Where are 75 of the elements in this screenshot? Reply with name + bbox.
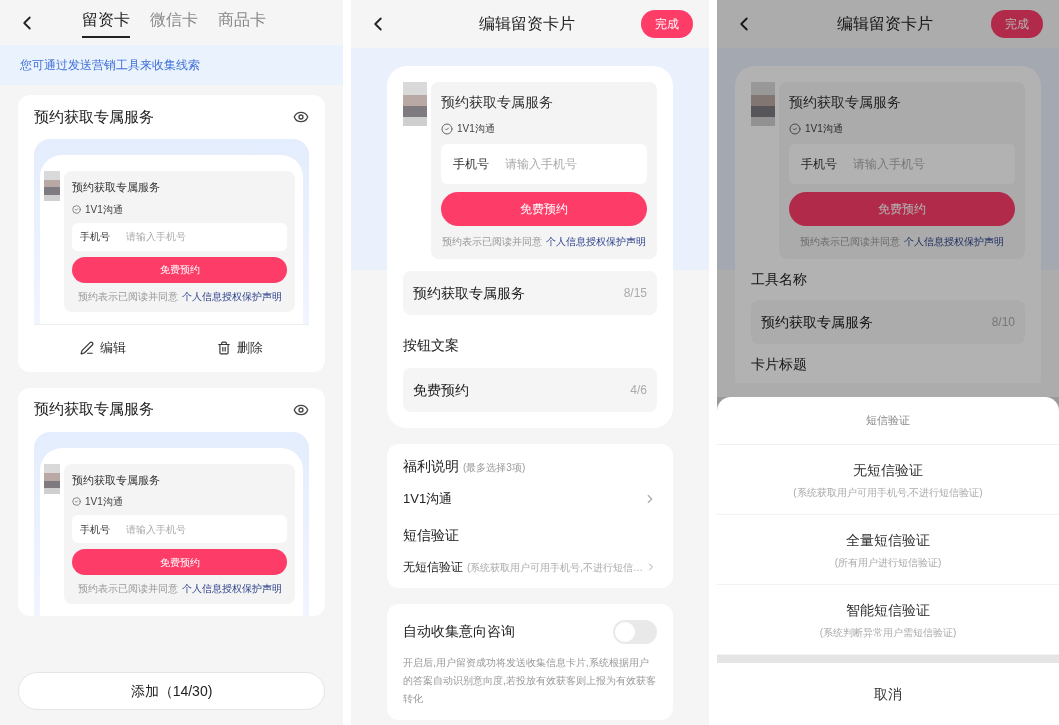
add-button[interactable]: 添加（14/30) [18,672,325,710]
preview-eye-icon[interactable] [293,109,309,125]
consent-text: 预约表示已阅读并同意 [442,235,542,249]
check-circle-icon [72,497,81,506]
field-value: 预约获取专属服务 [761,312,873,332]
edit-button[interactable]: 编辑 [34,324,172,372]
option-label: 全量短信验证 [846,530,930,550]
benefit-label: 1V1沟通 [805,122,843,136]
benefit-label: 1V1沟通 [85,495,123,509]
sheet-title: 短信验证 [717,397,1059,445]
page-title: 编辑留资卡片 [836,14,934,34]
form-title: 预约获取专属服务 [789,93,902,112]
phone-label: 手机号 [80,522,110,537]
pixelated-avatar [44,463,60,494]
notice-banner: 您可通过发送营销工具来收集线索 [0,45,343,85]
selected-option: 无短信验证 [403,557,463,576]
phone-label: 手机号 [80,230,110,244]
tab[interactable]: 留资卡 [82,7,130,38]
section-heading: 福利说明 [403,457,459,476]
text-field[interactable]: 预约获取专属服务 8/15 [403,271,657,315]
consent-text: 预约表示已阅读并同意 [77,289,178,304]
privacy-link[interactable]: 个人信息授权保护声明 [181,288,282,304]
phone-field[interactable]: 手机号 请输入手机号 [72,515,287,543]
cancel-button[interactable]: 取消 [717,655,1059,725]
form-title: 预约获取专属服务 [72,472,161,488]
setting-description: 开启后,用户留资成功将发送收集信息卡片,系统根据用户的答案自动识别意向度,若投放有效获客则上报为有效获客转化 [403,655,657,706]
check-circle-icon [72,204,81,214]
card-title: 预约获取专属服务 [34,399,154,420]
section-hint: (最多选择3项) [463,461,526,475]
trash-icon [217,341,232,355]
char-counter: 4/6 [630,382,647,399]
check-circle-icon [441,122,453,135]
pencil-icon [79,341,94,355]
pixelated-avatar [751,82,775,126]
benefit-selector[interactable]: 1V1沟通 [403,489,657,509]
page-title: 编辑留资卡片 [478,14,576,34]
privacy-link[interactable]: 个人信息授权保护声明 [904,234,1004,249]
check-circle-icon [789,122,801,135]
privacy-link[interactable]: 个人信息授权保护声明 [181,581,282,596]
phone-label: 手机号 [801,156,837,173]
option-hint: (系统判断异常用户需短信验证) [819,625,957,640]
text-field[interactable]: 免费预约 4/6 [403,368,657,412]
form-title: 预约获取专属服务 [441,93,554,112]
phone-placeholder: 请输入手机号 [505,156,577,173]
pixelated-avatar [403,82,427,126]
option-hint: (系统获取用户可用手机号,不进行短信验证) [793,485,983,500]
section-heading: 短信验证 [403,525,460,545]
form-title: 预约获取专属服务 [72,180,161,195]
phone-field[interactable]: 手机号 请输入手机号 [72,222,287,251]
section-heading: 卡片标题 [751,355,808,374]
card-title: 预约获取专属服务 [34,106,154,127]
option-hint: (所有用户进行短信验证) [834,555,942,570]
delete-button[interactable]: 删除 [171,324,309,372]
consent-text: 预约表示已阅读并同意 [77,582,178,596]
sheet-option[interactable]: 智能短信验证 (系统判断异常用户需短信验证) [717,585,1059,655]
setting-label: 自动收集意向咨询 [403,622,515,641]
sheet-option[interactable]: 全量短信验证 (所有用户进行短信验证) [717,515,1059,585]
sms-selector[interactable]: 无短信验证 (系统获取用户可用手机号,不进行短信… [403,557,657,576]
phone-placeholder: 请输入手机号 [126,522,186,537]
field-value: 预约获取专属服务 [413,283,525,303]
field-value: 免费预约 [413,380,469,400]
option-hint: (系统获取用户可用手机号,不进行短信… [467,560,644,575]
option-label: 无短信验证 [853,460,923,480]
pixelated-avatar [44,171,60,201]
benefit-label: 1V1沟通 [457,122,495,136]
benefit-label: 1V1沟通 [85,202,123,217]
phone-label: 手机号 [453,156,489,173]
section-heading: 按钮文案 [403,336,460,355]
char-counter: 8/15 [623,285,647,302]
sheet-option[interactable]: 无短信验证 (系统获取用户可用手机号,不进行短信验证) [717,445,1059,515]
option-label: 智能短信验证 [846,600,930,620]
privacy-link[interactable]: 个人信息授权保护声明 [546,234,646,249]
phone-placeholder: 请输入手机号 [126,230,186,244]
section-heading: 工具名称 [751,270,808,289]
phone-field[interactable]: 手机号 请输入手机号 [441,144,647,184]
